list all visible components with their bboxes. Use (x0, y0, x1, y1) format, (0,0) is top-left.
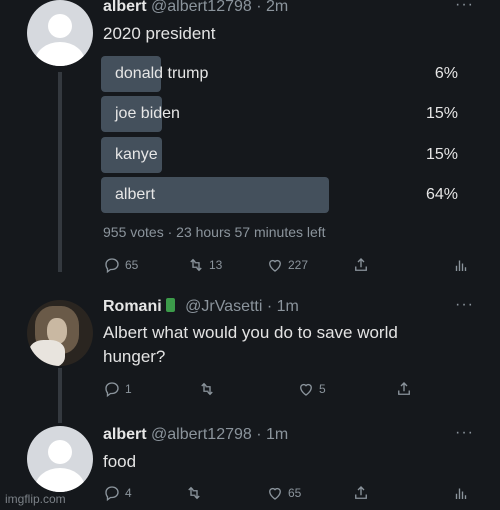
poll-option[interactable]: donald trump 6% (101, 56, 458, 92)
more-options-icon[interactable]: ··· (455, 0, 474, 14)
share-button[interactable] (352, 484, 374, 502)
display-name[interactable]: albert (103, 426, 147, 443)
share-button[interactable] (352, 256, 374, 274)
tweet-actions: 1 5 (103, 380, 473, 400)
reply-count: 65 (125, 258, 139, 272)
reply-button[interactable]: 65 (103, 256, 138, 274)
timestamp[interactable]: · 1m (256, 426, 288, 443)
poll-option[interactable]: kanye 15% (101, 137, 458, 173)
tweet-text: 2020 president (103, 24, 216, 43)
like-button[interactable]: 227 (266, 256, 308, 274)
display-name[interactable]: Romani (103, 298, 162, 315)
poll-option-label: joe biden (115, 105, 180, 122)
retweet-count: 13 (209, 258, 223, 272)
display-name[interactable]: albert (103, 0, 147, 15)
like-count: 227 (288, 258, 309, 272)
tweet-poll[interactable]: albert @albert12798 · 2m ··· 2020 presid… (0, 0, 500, 285)
like-button[interactable]: 65 (266, 484, 301, 502)
poll-option-label: albert (115, 186, 156, 203)
reply-icon (105, 486, 119, 502)
poll-option-percent: 15% (425, 105, 458, 122)
user-handle[interactable]: @albert12798 (151, 0, 252, 15)
reply-icon (105, 382, 119, 398)
tweet-text: Albert what would you do to save world h… (103, 323, 398, 366)
timeline: albert @albert12798 · 2m ··· 2020 presid… (0, 0, 500, 510)
user-handle[interactable]: @albert12798 (151, 426, 252, 443)
analytics-button[interactable] (452, 256, 474, 274)
tweet-reply[interactable]: Romani @JrVasetti · 1m ··· Albert what w… (0, 296, 500, 416)
tweet-actions: 65 13 227 (103, 256, 473, 276)
retweet-icon (190, 258, 202, 272)
tweet-header: albert @albert12798 · 1m (103, 426, 288, 444)
reply-count: 1 (125, 382, 132, 396)
tweet-text: food (103, 452, 137, 471)
poll-option-percent: 6% (434, 65, 458, 82)
more-options-icon[interactable]: ··· (455, 296, 474, 314)
timestamp[interactable]: · 2m (256, 0, 288, 15)
poll-option[interactable]: albert 64% (101, 177, 458, 213)
tweet-header: Romani @JrVasetti · 1m (103, 298, 299, 316)
tweet-header: albert @albert12798 · 2m (103, 0, 288, 16)
heart-icon (269, 487, 281, 500)
poll-option-percent: 15% (425, 146, 458, 163)
timestamp[interactable]: · 1m (267, 298, 299, 315)
reply-icon (105, 258, 119, 274)
like-count: 5 (319, 382, 326, 396)
avatar[interactable] (27, 300, 93, 366)
poll-option[interactable]: joe biden 15% (101, 96, 458, 132)
user-handle[interactable]: @JrVasetti (185, 298, 262, 315)
reply-button[interactable]: 4 (103, 484, 132, 502)
heart-icon (300, 383, 312, 396)
poll-option-percent: 64% (425, 186, 458, 203)
share-icon (355, 258, 367, 271)
avatar[interactable] (27, 0, 93, 66)
retweet-icon (201, 382, 213, 396)
retweet-icon (188, 486, 200, 500)
share-button[interactable] (395, 380, 417, 398)
share-icon (398, 382, 410, 395)
watermark: imgflip.com (5, 492, 66, 506)
avatar[interactable] (27, 426, 93, 492)
like-count: 65 (288, 486, 302, 500)
reply-button[interactable]: 1 (103, 380, 132, 398)
retweet-button[interactable]: 13 (187, 256, 222, 274)
analytics-icon (455, 488, 467, 499)
more-options-icon[interactable]: ··· (455, 424, 474, 442)
emoji-badge-icon (165, 298, 175, 312)
analytics-button[interactable] (452, 484, 474, 502)
retweet-button[interactable] (185, 484, 207, 502)
poll-meta: 955 votes · 23 hours 57 minutes left (103, 224, 326, 240)
share-icon (355, 486, 367, 499)
heart-icon (269, 259, 281, 272)
analytics-icon (455, 260, 467, 271)
reply-count: 4 (125, 486, 132, 500)
tweet-actions: 4 65 (103, 484, 473, 504)
poll-option-label: donald trump (115, 65, 209, 82)
tweet-reply[interactable]: albert @albert12798 · 1m ··· food 4 65 (0, 424, 500, 510)
retweet-button[interactable] (198, 380, 220, 398)
like-button[interactable]: 5 (297, 380, 326, 398)
poll-option-label: kanye (115, 146, 158, 163)
